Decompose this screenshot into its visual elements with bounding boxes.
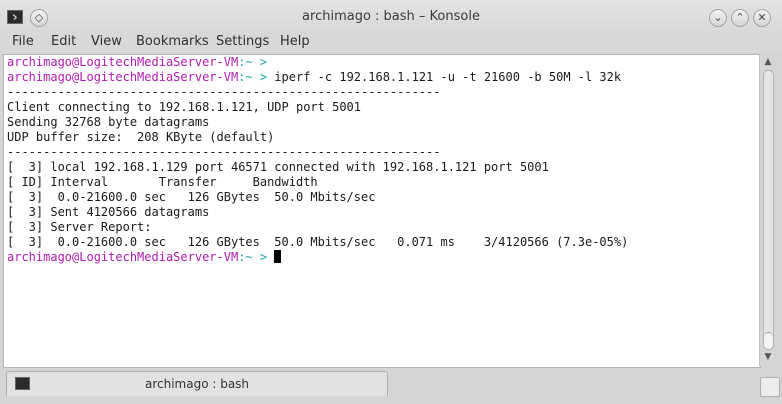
prompt-user: archimago@LogitechMediaServer-VM bbox=[7, 250, 239, 264]
tab-bar: archimago : bash bbox=[0, 368, 782, 404]
close-tab-button[interactable] bbox=[760, 377, 780, 397]
menu-settings[interactable]: Settings bbox=[216, 34, 269, 49]
prompt-path: :~ > bbox=[238, 55, 268, 69]
prompt-line-2: archimago@LogitechMediaServer-VM:~ > ipe… bbox=[7, 70, 621, 84]
maximize-icon[interactable]: ⌃ bbox=[731, 9, 749, 27]
output-line: [ 3] Sent 4120566 datagrams bbox=[7, 205, 210, 219]
output-line: [ 3] 0.0-21600.0 sec 126 GBytes 50.0 Mbi… bbox=[7, 235, 629, 249]
vertical-scrollbar[interactable]: ▲ ▼ bbox=[759, 54, 776, 366]
output-line: Sending 32768 byte datagrams bbox=[7, 115, 210, 129]
menu-edit[interactable]: Edit bbox=[51, 34, 76, 49]
prompt-line-3: archimago@LogitechMediaServer-VM:~ > bbox=[7, 250, 282, 264]
menu-bar: File Edit View Bookmarks Settings Help bbox=[0, 33, 782, 53]
command-text: iperf -c 192.168.1.121 -u -t 21600 -b 50… bbox=[274, 70, 622, 84]
prompt-path: :~ > bbox=[238, 250, 268, 264]
menu-help[interactable]: Help bbox=[280, 34, 310, 49]
prompt-user: archimago@LogitechMediaServer-VM bbox=[7, 70, 239, 84]
menu-view[interactable]: View bbox=[91, 34, 122, 49]
minimize-icon[interactable]: ⌄ bbox=[709, 9, 727, 27]
output-line: [ 3] Server Report: bbox=[7, 220, 152, 234]
terminal-view[interactable]: archimago@LogitechMediaServer-VM:~ > arc… bbox=[3, 54, 761, 368]
title-bar[interactable]: ◇ archimago : bash – Konsole ⌄ ⌃ ✕ bbox=[0, 0, 782, 33]
output-line: [ ID] Interval Transfer Bandwidth bbox=[7, 175, 318, 189]
output-line: UDP buffer size: 208 KByte (default) bbox=[7, 130, 275, 144]
scroll-thumb[interactable] bbox=[764, 332, 773, 349]
output-line: Client connecting to 192.168.1.121, UDP … bbox=[7, 100, 362, 114]
menu-file[interactable]: File bbox=[12, 34, 34, 49]
close-icon[interactable]: ✕ bbox=[753, 9, 771, 27]
terminal-output[interactable]: archimago@LogitechMediaServer-VM:~ > arc… bbox=[7, 55, 760, 367]
prompt-line-1: archimago@LogitechMediaServer-VM:~ > bbox=[7, 55, 267, 69]
output-line: [ 3] 0.0-21600.0 sec 126 GBytes 50.0 Mbi… bbox=[7, 190, 376, 204]
window-title: archimago : bash – Konsole bbox=[302, 9, 480, 24]
tab-bash[interactable]: archimago : bash bbox=[6, 371, 388, 396]
scroll-track[interactable] bbox=[763, 70, 774, 350]
menu-bookmarks[interactable]: Bookmarks bbox=[136, 34, 209, 49]
text-cursor bbox=[274, 250, 282, 263]
scroll-up-icon[interactable]: ▲ bbox=[761, 55, 775, 69]
prompt-path: :~ > bbox=[238, 70, 268, 84]
prompt-user: archimago@LogitechMediaServer-VM bbox=[7, 55, 239, 69]
output-line: ----------------------------------------… bbox=[7, 85, 441, 99]
output-line: ----------------------------------------… bbox=[7, 145, 441, 159]
tab-label: archimago : bash bbox=[144, 377, 250, 391]
output-line: [ 3] local 192.168.1.129 port 46571 conn… bbox=[7, 160, 549, 174]
scroll-down-icon[interactable]: ▼ bbox=[761, 350, 775, 364]
